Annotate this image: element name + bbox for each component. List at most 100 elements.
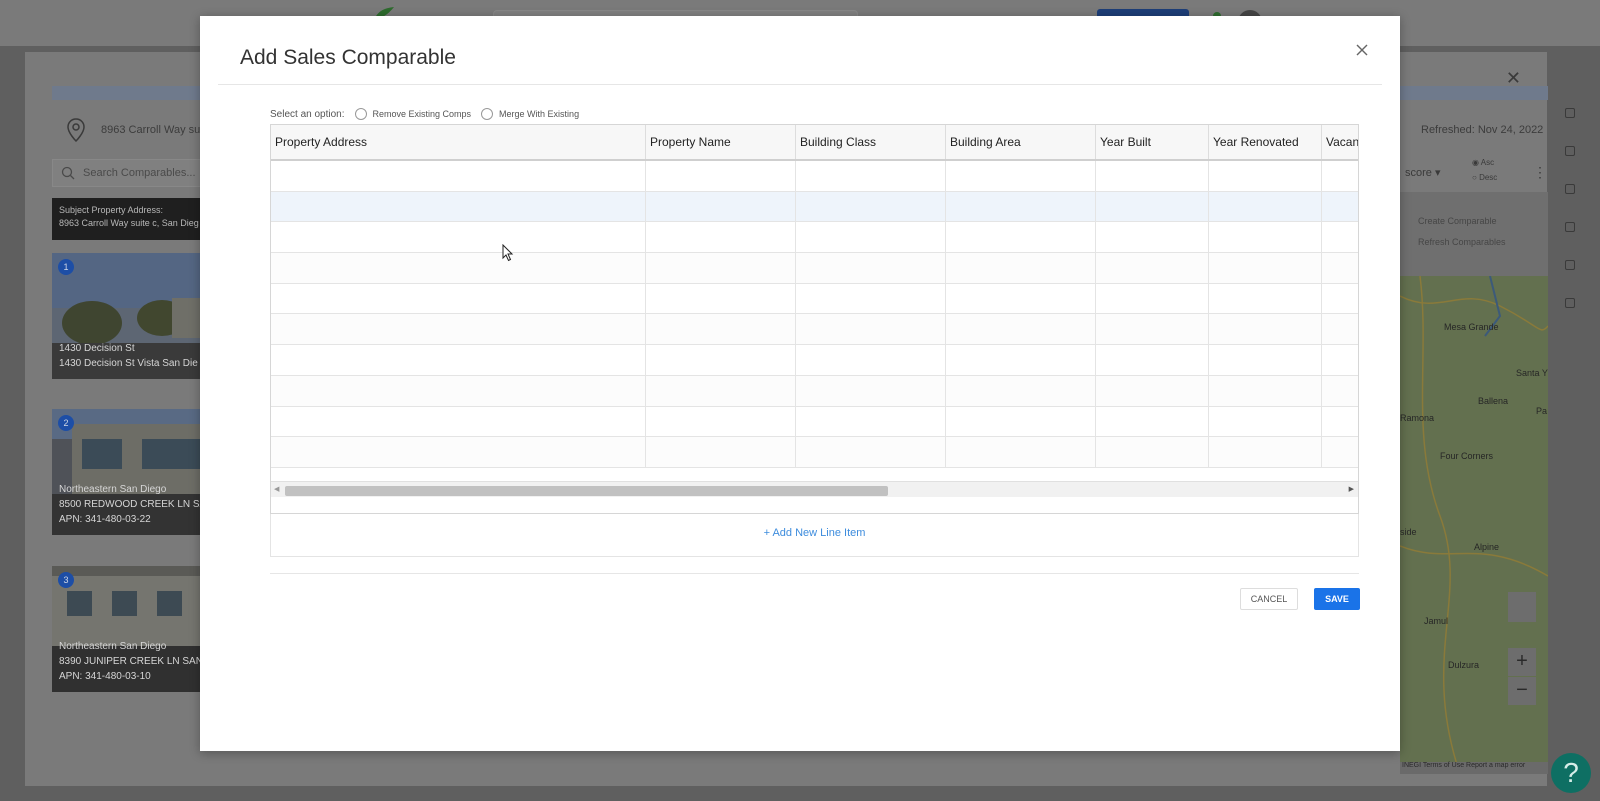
- table-cell[interactable]: [271, 437, 646, 467]
- toolbar-icon[interactable]: [1565, 298, 1575, 308]
- table-cell[interactable]: [946, 375, 1096, 406]
- remove-existing-label[interactable]: Remove Existing Comps: [373, 109, 472, 119]
- comparable-card[interactable]: 1 1430 Decision St 1430 Decision St Vist…: [52, 253, 222, 379]
- table-cell[interactable]: [1209, 406, 1322, 437]
- table-row[interactable]: [271, 314, 1358, 346]
- table-cell[interactable]: [796, 161, 946, 191]
- search-comparables-input[interactable]: Search Comparables...: [52, 159, 222, 187]
- table-cell[interactable]: [946, 437, 1096, 467]
- table-cell[interactable]: [1096, 375, 1209, 406]
- table-cell[interactable]: [271, 161, 646, 191]
- merge-existing-radio[interactable]: [481, 108, 494, 120]
- table-row[interactable]: [271, 406, 1358, 438]
- table-row[interactable]: [271, 345, 1358, 376]
- table-cell[interactable]: [271, 375, 646, 406]
- save-button[interactable]: SAVE: [1314, 588, 1360, 610]
- column-header-building-class[interactable]: Building Class: [796, 125, 946, 159]
- toolbar-icon[interactable]: [1565, 184, 1575, 194]
- table-row[interactable]: [271, 253, 1358, 284]
- cancel-button[interactable]: CANCEL: [1240, 588, 1298, 610]
- table-cell[interactable]: [1096, 191, 1209, 222]
- toolbar-icon[interactable]: [1565, 222, 1575, 232]
- table-cell[interactable]: [796, 375, 946, 406]
- pegman-icon[interactable]: [1508, 592, 1536, 622]
- table-cell[interactable]: [1322, 161, 1358, 191]
- table-cell[interactable]: [1096, 314, 1209, 345]
- column-header-year-built[interactable]: Year Built: [1096, 125, 1209, 159]
- table-cell[interactable]: [646, 314, 796, 345]
- column-header-property-name[interactable]: Property Name: [646, 125, 796, 159]
- table-cell[interactable]: [946, 161, 1096, 191]
- table-cell[interactable]: [271, 191, 646, 222]
- table-cell[interactable]: [946, 345, 1096, 375]
- table-cell[interactable]: [646, 253, 796, 283]
- table-cell[interactable]: [646, 375, 796, 406]
- toolbar-icon[interactable]: [1565, 108, 1575, 118]
- table-cell[interactable]: [1096, 253, 1209, 283]
- table-cell[interactable]: [271, 253, 646, 283]
- table-cell[interactable]: [646, 161, 796, 191]
- table-cell[interactable]: [946, 283, 1096, 314]
- table-cell[interactable]: [796, 314, 946, 345]
- table-cell[interactable]: [1096, 406, 1209, 437]
- panel-close-icon[interactable]: ✕: [1506, 68, 1521, 89]
- column-header-building-area[interactable]: Building Area: [946, 125, 1096, 159]
- add-new-line-item-link[interactable]: + Add New Line Item: [271, 527, 1358, 539]
- table-cell[interactable]: [1209, 283, 1322, 314]
- table-cell[interactable]: [1322, 407, 1358, 437]
- table-cell[interactable]: [1096, 161, 1209, 191]
- comparable-card[interactable]: 2 Northeastern San Diego 8500 REDWOOD CR…: [52, 409, 222, 535]
- table-cell[interactable]: [1096, 222, 1209, 253]
- table-cell[interactable]: [646, 283, 796, 314]
- table-cell[interactable]: [1322, 437, 1358, 467]
- table-cell[interactable]: [946, 314, 1096, 345]
- table-cell[interactable]: [1209, 437, 1322, 467]
- merge-existing-label[interactable]: Merge With Existing: [499, 109, 579, 119]
- table-row[interactable]: [271, 375, 1358, 407]
- table-cell[interactable]: [1322, 314, 1358, 344]
- table-cell[interactable]: [796, 222, 946, 253]
- table-row[interactable]: [271, 222, 1358, 254]
- help-button[interactable]: ?: [1551, 753, 1591, 793]
- table-cell[interactable]: [271, 345, 646, 375]
- table-cell[interactable]: [796, 406, 946, 437]
- remove-existing-radio[interactable]: [354, 108, 367, 120]
- table-cell[interactable]: [1322, 192, 1358, 222]
- table-cell[interactable]: [1209, 161, 1322, 191]
- horizontal-scrollbar[interactable]: ◀ ▶: [271, 481, 1358, 497]
- more-vert-icon[interactable]: ⋮: [1533, 164, 1547, 181]
- table-cell[interactable]: [946, 191, 1096, 222]
- column-header-year-renovated[interactable]: Year Renovated: [1209, 125, 1322, 159]
- sort-dropdown[interactable]: score ▾: [1405, 166, 1440, 179]
- table-cell[interactable]: [796, 283, 946, 314]
- table-cell[interactable]: [1209, 222, 1322, 253]
- table-cell[interactable]: [1096, 345, 1209, 375]
- table-cell[interactable]: [796, 253, 946, 283]
- toolbar-icon[interactable]: [1565, 260, 1575, 270]
- table-cell[interactable]: [646, 406, 796, 437]
- sort-asc-radio[interactable]: ◉ Asc: [1472, 158, 1494, 167]
- table-cell[interactable]: [1209, 191, 1322, 222]
- scroll-right-icon[interactable]: ▶: [1349, 485, 1354, 493]
- table-row[interactable]: [271, 437, 1358, 468]
- table-cell[interactable]: [796, 191, 946, 222]
- sort-desc-radio[interactable]: ○ Desc: [1472, 173, 1497, 182]
- table-cell[interactable]: [1322, 345, 1358, 375]
- table-cell[interactable]: [271, 283, 646, 314]
- table-cell[interactable]: [946, 406, 1096, 437]
- table-cell[interactable]: [1209, 345, 1322, 375]
- menu-item-refresh-comparables[interactable]: Refresh Comparables: [1418, 237, 1506, 247]
- zoom-out-button[interactable]: −: [1508, 677, 1536, 705]
- toolbar-icon[interactable]: [1565, 146, 1575, 156]
- table-cell[interactable]: [1096, 283, 1209, 314]
- comparable-card[interactable]: 3 Northeastern San Diego 8390 JUNIPER CR…: [52, 566, 222, 692]
- table-row[interactable]: [271, 191, 1358, 223]
- table-cell[interactable]: [946, 222, 1096, 253]
- map[interactable]: Mesa Grande Santa Ysa Ballena Ramona Pa …: [1400, 276, 1548, 774]
- table-cell[interactable]: [1209, 375, 1322, 406]
- table-cell[interactable]: [271, 222, 646, 253]
- close-icon[interactable]: [1354, 42, 1370, 58]
- table-cell[interactable]: [271, 406, 646, 437]
- table-cell[interactable]: [646, 345, 796, 375]
- table-cell[interactable]: [1096, 437, 1209, 467]
